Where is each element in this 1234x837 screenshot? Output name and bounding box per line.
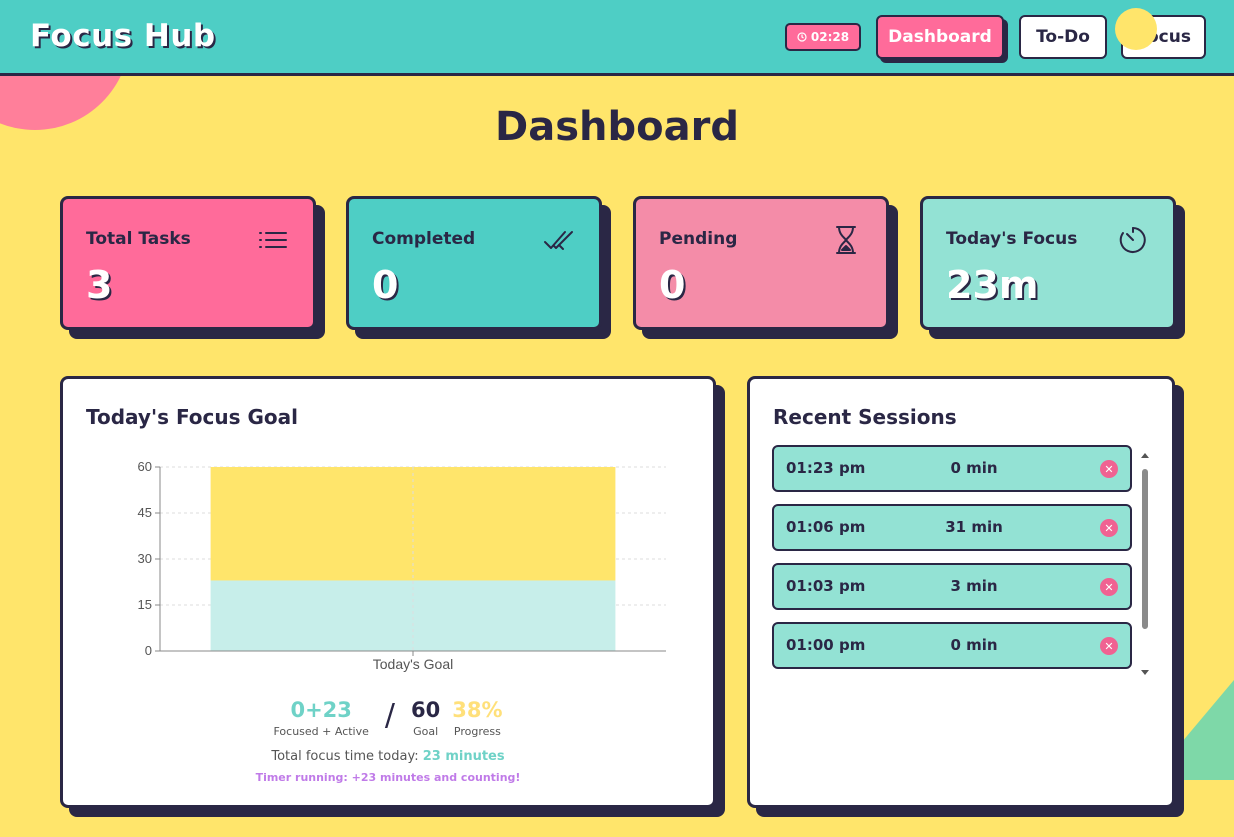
scroll-thumb[interactable] xyxy=(1142,469,1148,629)
goal-summary: 0+23 Focused + Active / 60 Goal 38% Prog… xyxy=(63,697,713,738)
timer-badge[interactable]: 02:28 xyxy=(785,23,861,51)
session-scrollbar[interactable] xyxy=(1138,451,1152,677)
app-header: Focus Hub 02:28 Dashboard To-Do Focus xyxy=(0,0,1234,76)
delete-session-icon[interactable]: ✕ xyxy=(1100,460,1118,478)
session-item[interactable]: 01:03 pm 3 min ✕ xyxy=(772,563,1132,610)
y-tick-label: 45 xyxy=(138,505,152,520)
page-title: Dashboard xyxy=(495,104,739,150)
delete-session-icon[interactable]: ✕ xyxy=(1100,637,1118,655)
recent-sessions-panel: Recent Sessions 01:23 pm 0 min ✕ 01:06 p… xyxy=(747,376,1175,808)
session-list: 01:23 pm 0 min ✕ 01:06 pm 31 min ✕ 01:03… xyxy=(772,445,1132,681)
nav-dashboard-button[interactable]: Dashboard xyxy=(876,15,1004,59)
session-item[interactable]: 01:23 pm 0 min ✕ xyxy=(772,445,1132,492)
session-duration: 0 min xyxy=(950,636,998,654)
stat-value: 0 xyxy=(659,263,686,307)
total-focus-line: Total focus time today: 23 minutes xyxy=(63,749,713,764)
stat-label: Pending xyxy=(659,229,738,249)
stat-label: Today's Focus xyxy=(946,229,1078,249)
progress-label: Progress xyxy=(453,725,501,738)
session-time: 01:06 pm xyxy=(786,518,866,536)
stat-label: Completed xyxy=(372,229,476,249)
double-check-icon xyxy=(544,231,573,250)
session-time: 01:00 pm xyxy=(786,636,866,654)
stat-card-todays-focus: Today's Focus 23m xyxy=(920,196,1176,330)
list-icon xyxy=(259,232,287,248)
stat-card-pending: Pending 0 xyxy=(633,196,889,330)
stat-card-total-tasks: Total Tasks 3 xyxy=(60,196,316,330)
session-item[interactable]: 01:00 pm 0 min ✕ xyxy=(772,622,1132,669)
hourglass-icon xyxy=(836,226,856,254)
nav-todo-button[interactable]: To-Do xyxy=(1019,15,1107,59)
total-focus-value: 23 minutes xyxy=(422,749,505,764)
focused-active-label: Focused + Active xyxy=(273,725,369,738)
session-duration: 31 min xyxy=(945,518,1003,536)
panel-title: Recent Sessions xyxy=(773,405,957,429)
clock-icon xyxy=(797,32,807,42)
bar-segment xyxy=(210,580,616,651)
stat-value: 23m xyxy=(946,263,1039,307)
stat-value: 3 xyxy=(86,263,113,307)
goal-value: 60 xyxy=(411,698,441,722)
total-focus-prefix: Total focus time today: xyxy=(271,749,419,764)
stat-label: Total Tasks xyxy=(86,229,191,249)
y-tick-label: 30 xyxy=(138,551,152,566)
timer-value: 02:28 xyxy=(810,30,850,44)
goal-label: Goal xyxy=(413,725,439,738)
delete-session-icon[interactable]: ✕ xyxy=(1100,578,1118,596)
scroll-up-arrow-icon[interactable] xyxy=(1141,453,1149,458)
focused-active-value: 0+23 xyxy=(290,698,352,722)
timer-icon xyxy=(1119,227,1146,253)
focus-goal-panel: Today's Focus Goal 0 15 30 45 60 Today's Goal… xyxy=(60,376,716,808)
x-tick-label: Today's Goal xyxy=(373,656,454,672)
session-item[interactable]: 01:06 pm 31 min ✕ xyxy=(772,504,1132,551)
stat-value: 0 xyxy=(372,263,399,307)
summary-separator: / xyxy=(384,698,395,733)
focus-goal-chart: 0 15 30 45 60 Today's Goal xyxy=(138,459,666,672)
session-time: 01:23 pm xyxy=(786,459,866,477)
app-logo: Focus Hub xyxy=(30,18,216,54)
session-duration: 0 min xyxy=(950,459,998,477)
progress-value: 38% xyxy=(452,698,503,722)
decorative-dot xyxy=(1115,8,1157,50)
session-time: 01:03 pm xyxy=(786,577,866,595)
session-duration: 3 min xyxy=(950,577,998,595)
stat-card-completed: Completed 0 xyxy=(346,196,602,330)
y-tick-label: 15 xyxy=(138,597,152,612)
delete-session-icon[interactable]: ✕ xyxy=(1100,519,1118,537)
y-tick-label: 60 xyxy=(138,459,152,474)
timer-running-note: Timer running: +23 minutes and counting! xyxy=(255,771,521,784)
y-tick-label: 0 xyxy=(145,643,152,658)
scroll-down-arrow-icon[interactable] xyxy=(1141,670,1149,675)
